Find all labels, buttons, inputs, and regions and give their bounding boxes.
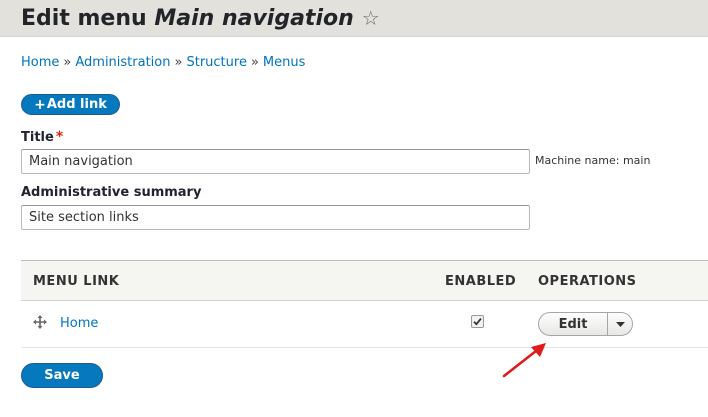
check-icon (473, 318, 482, 326)
page-title: Edit menu Main navigation ☆ (21, 4, 380, 33)
caret-down-icon (615, 321, 625, 327)
operations-dropbutton: Edit (538, 312, 633, 336)
menu-link-home[interactable]: Home (60, 316, 98, 331)
page-title-prefix: Edit menu (21, 6, 147, 31)
breadcrumb-structure[interactable]: Structure (186, 55, 246, 70)
enabled-checkbox[interactable] (471, 315, 484, 328)
star-icon[interactable]: ☆ (362, 4, 380, 32)
breadcrumb-separator: » (63, 55, 72, 70)
table-header: MENU LINK ENABLED OPERATIONS (21, 260, 708, 301)
page-header: Edit menu Main navigation ☆ (0, 0, 708, 37)
summary-input[interactable] (21, 205, 530, 230)
column-header-enabled: ENABLED (445, 274, 517, 289)
add-link-button[interactable]: + Add link (21, 94, 120, 115)
required-icon: * (55, 129, 64, 145)
breadcrumb-menus[interactable]: Menus (263, 55, 305, 70)
edit-button[interactable]: Edit (539, 313, 608, 335)
title-label-text: Title (21, 130, 54, 145)
breadcrumb-separator: » (174, 55, 183, 70)
table-row: Home Edit (21, 301, 708, 348)
machine-name: Machine name: main (535, 154, 651, 167)
plus-icon: + (34, 96, 46, 113)
breadcrumb-separator: » (250, 55, 259, 70)
move-handle-icon[interactable] (33, 315, 47, 329)
title-label: Title * (21, 129, 63, 145)
save-button[interactable]: Save (21, 363, 103, 388)
add-link-label: Add link (46, 97, 107, 112)
title-input[interactable] (21, 149, 530, 174)
breadcrumb-home[interactable]: Home (21, 55, 59, 70)
breadcrumb: Home» Administration» Structure» Menus (21, 55, 305, 70)
summary-label: Administrative summary (21, 185, 202, 200)
breadcrumb-administration[interactable]: Administration (75, 55, 170, 70)
operations-toggle-button[interactable] (608, 313, 632, 335)
column-header-operations: OPERATIONS (538, 274, 637, 289)
red-arrow-icon (502, 343, 546, 378)
page-title-menu-name: Main navigation (154, 6, 354, 31)
column-header-menu-link: MENU LINK (33, 274, 120, 289)
menu-links-table: MENU LINK ENABLED OPERATIONS Home Edit (21, 260, 708, 348)
